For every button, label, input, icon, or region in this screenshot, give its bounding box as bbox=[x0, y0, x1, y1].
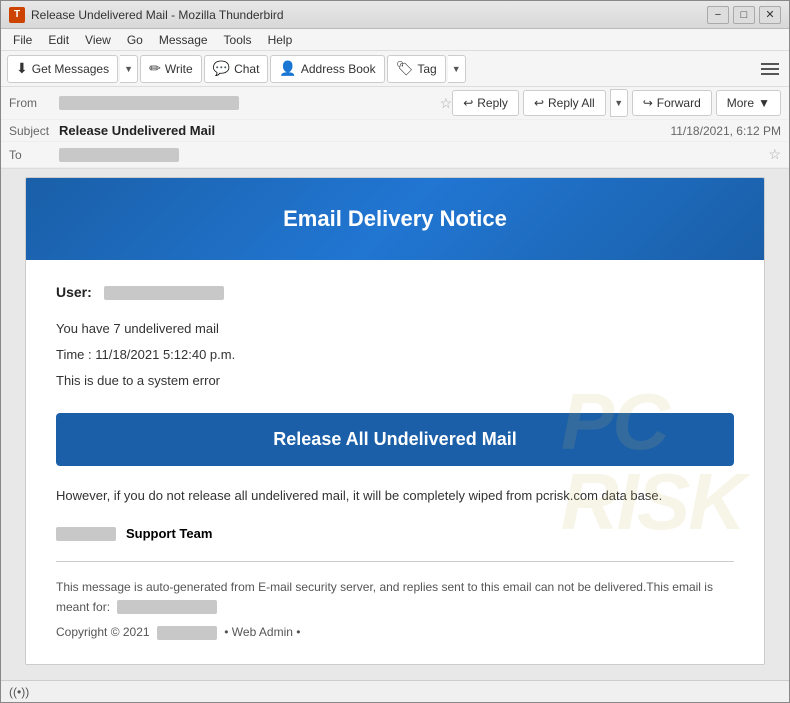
window-title: Release Undelivered Mail - Mozilla Thund… bbox=[31, 8, 707, 22]
email-content: PCRISK User: You have 7 undelivered mail… bbox=[26, 260, 764, 664]
hamburger-menu-button[interactable] bbox=[757, 56, 783, 82]
from-value bbox=[59, 96, 434, 111]
reply-button[interactable]: ↩ Reply bbox=[452, 90, 519, 116]
support-label: Support Team bbox=[126, 526, 212, 541]
menu-bar: File Edit View Go Message Tools Help bbox=[1, 29, 789, 51]
reply-icon: ↩ bbox=[463, 96, 473, 110]
forward-label: Forward bbox=[657, 96, 701, 110]
body-line3: This is due to a system error bbox=[56, 370, 734, 392]
user-section: User: bbox=[56, 284, 734, 300]
hamburger-line-1 bbox=[761, 63, 779, 65]
copyright-name-redacted bbox=[157, 626, 217, 640]
warning-text: However, if you do not release all undel… bbox=[56, 486, 734, 507]
divider bbox=[56, 561, 734, 562]
copyright-text: Copyright © 2021 • Web Admin • bbox=[56, 625, 734, 640]
get-messages-label: Get Messages bbox=[32, 62, 109, 76]
support-logo-redacted bbox=[56, 527, 116, 541]
release-all-button[interactable]: Release All Undelivered Mail bbox=[56, 413, 734, 466]
from-redacted bbox=[59, 96, 239, 110]
tag-label: Tag bbox=[417, 62, 436, 76]
from-row: From ☆ ↩ Reply ↩ Reply All ▼ ↪ Forward bbox=[1, 87, 789, 120]
tag-dropdown[interactable]: ▼ bbox=[448, 55, 466, 83]
email-banner: Email Delivery Notice bbox=[26, 178, 764, 260]
tag-button[interactable]: 🏷 Tag bbox=[387, 55, 446, 83]
address-book-label: Address Book bbox=[301, 62, 376, 76]
user-redacted bbox=[104, 286, 224, 300]
reply-all-icon: ↩ bbox=[534, 96, 544, 110]
email-action-buttons: ↩ Reply ↩ Reply All ▼ ↪ Forward More ▼ bbox=[452, 89, 781, 117]
hamburger-line-2 bbox=[761, 68, 779, 70]
body-line2: Time : 11/18/2021 5:12:40 p.m. bbox=[56, 344, 734, 366]
restore-button[interactable]: □ bbox=[733, 6, 755, 24]
status-bar: ((•)) bbox=[1, 680, 789, 702]
menu-view[interactable]: View bbox=[77, 31, 119, 49]
menu-tools[interactable]: Tools bbox=[216, 31, 260, 49]
email-body: Email Delivery Notice PCRISK User: You h… bbox=[25, 177, 765, 665]
reply-label: Reply bbox=[477, 96, 508, 110]
from-star-icon[interactable]: ☆ bbox=[440, 95, 453, 112]
app-icon: T bbox=[9, 7, 25, 23]
chat-icon: 💬 bbox=[213, 60, 230, 77]
email-date: 11/18/2021, 6:12 PM bbox=[670, 124, 781, 138]
more-chevron-icon: ▼ bbox=[758, 96, 770, 110]
user-label: User: bbox=[56, 284, 734, 300]
menu-help[interactable]: Help bbox=[260, 31, 301, 49]
to-star-icon[interactable]: ☆ bbox=[768, 146, 781, 163]
main-window: T Release Undelivered Mail - Mozilla Thu… bbox=[0, 0, 790, 703]
to-row: To ☆ bbox=[1, 142, 789, 168]
minimize-button[interactable]: − bbox=[707, 6, 729, 24]
footer-text: This message is auto-generated from E-ma… bbox=[56, 578, 734, 616]
banner-title: Email Delivery Notice bbox=[56, 206, 734, 232]
body-line1: You have 7 undelivered mail bbox=[56, 318, 734, 340]
menu-edit[interactable]: Edit bbox=[40, 31, 77, 49]
reply-all-label: Reply All bbox=[548, 96, 595, 110]
write-label: Write bbox=[165, 62, 193, 76]
write-icon: ✏ bbox=[149, 60, 161, 77]
title-bar: T Release Undelivered Mail - Mozilla Thu… bbox=[1, 1, 789, 29]
chat-button[interactable]: 💬 Chat bbox=[204, 55, 269, 83]
from-label: From bbox=[9, 96, 59, 110]
close-button[interactable]: ✕ bbox=[759, 6, 781, 24]
write-button[interactable]: ✏ Write bbox=[140, 55, 202, 83]
subject-value: Release Undelivered Mail bbox=[59, 123, 670, 138]
more-button[interactable]: More ▼ bbox=[716, 90, 781, 116]
to-label: To bbox=[9, 148, 59, 162]
get-messages-button[interactable]: ⬇ Get Messages bbox=[7, 55, 118, 83]
window-controls: − □ ✕ bbox=[707, 6, 781, 24]
menu-go[interactable]: Go bbox=[119, 31, 151, 49]
forward-icon: ↪ bbox=[643, 96, 653, 110]
chat-label: Chat bbox=[234, 62, 259, 76]
subject-label: Subject bbox=[9, 124, 59, 138]
address-book-button[interactable]: 👤 Address Book bbox=[270, 55, 384, 83]
address-book-icon: 👤 bbox=[279, 60, 296, 77]
forward-button[interactable]: ↪ Forward bbox=[632, 90, 712, 116]
get-messages-dropdown[interactable]: ▼ bbox=[120, 55, 138, 83]
to-redacted bbox=[59, 148, 179, 162]
get-messages-icon: ⬇ bbox=[16, 60, 28, 77]
hamburger-line-3 bbox=[761, 73, 779, 75]
status-icon: ((•)) bbox=[9, 685, 29, 699]
toolbar: ⬇ Get Messages ▼ ✏ Write 💬 Chat 👤 Addres… bbox=[1, 51, 789, 87]
email-body-container[interactable]: Email Delivery Notice PCRISK User: You h… bbox=[1, 169, 789, 680]
more-label: More bbox=[727, 96, 754, 110]
email-header: From ☆ ↩ Reply ↩ Reply All ▼ ↪ Forward bbox=[1, 87, 789, 169]
reply-all-dropdown[interactable]: ▼ bbox=[610, 89, 628, 117]
footer-email-redacted bbox=[117, 600, 217, 614]
reply-all-button[interactable]: ↩ Reply All bbox=[523, 90, 606, 116]
to-value bbox=[59, 147, 762, 162]
menu-file[interactable]: File bbox=[5, 31, 40, 49]
support-section: Support Team bbox=[56, 526, 734, 541]
subject-row: Subject Release Undelivered Mail 11/18/2… bbox=[1, 120, 789, 142]
menu-message[interactable]: Message bbox=[151, 31, 216, 49]
tag-icon: 🏷 bbox=[396, 60, 414, 77]
